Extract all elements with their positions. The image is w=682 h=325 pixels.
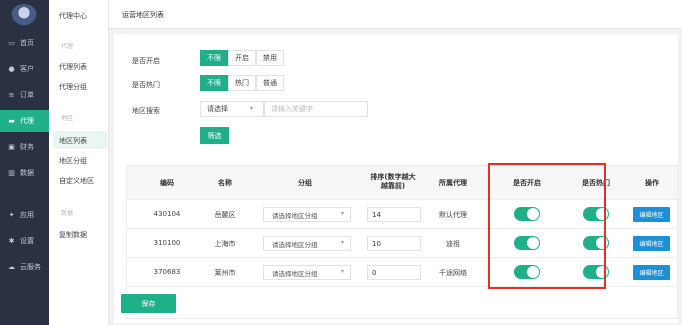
filter-hot-hot[interactable]: 热门 bbox=[228, 75, 256, 91]
region-table: 编码 名称 分组 排序(数字越大 越靠前) 所属代理 是否开启 是否热门 操作 … bbox=[126, 165, 678, 319]
page-title: 运营地区列表 bbox=[122, 11, 164, 19]
col-group: 分组 bbox=[298, 179, 312, 187]
region-search-label: 地区搜索 bbox=[132, 107, 160, 115]
col-agent: 所属代理 bbox=[439, 179, 467, 187]
group-select[interactable]: 请选择地区分组 bbox=[263, 207, 351, 222]
subnav-item-agent-group[interactable]: 代理分组 bbox=[59, 82, 87, 92]
hot-toggle[interactable] bbox=[583, 207, 609, 221]
user-icon: ● bbox=[8, 65, 15, 73]
cell-agent: 迪祖 bbox=[446, 240, 460, 248]
open-toggle[interactable] bbox=[514, 207, 540, 221]
col-sort: 排序(数字越大 越靠前) bbox=[370, 173, 416, 190]
subnav-item-copy-data[interactable]: 复制数据 bbox=[59, 230, 87, 240]
table-header: 编码 名称 分组 排序(数字越大 越靠前) 所属代理 是否开启 是否热门 操作 bbox=[127, 166, 677, 200]
toggle-knob bbox=[527, 266, 539, 278]
main-content-card: 是否开启 不限 开启 禁用 是否热门 不限 热门 普通 地区搜索 请选择 ▾ 请… bbox=[114, 34, 678, 323]
sidebar-item-orders[interactable]: ≡ 订单 bbox=[0, 84, 49, 106]
gear-icon: ✱ bbox=[8, 237, 15, 245]
group-select[interactable]: 请选择地区分组 bbox=[263, 236, 351, 251]
toggle-knob bbox=[596, 208, 608, 220]
sidebar-item-finance[interactable]: ▣ 财务 bbox=[0, 136, 49, 158]
cloud-icon: ☁ bbox=[8, 263, 15, 271]
toggle-knob bbox=[596, 237, 608, 249]
cell-code: 310100 bbox=[153, 239, 181, 247]
col-code: 编码 bbox=[160, 179, 174, 187]
cell-agent: 默认代理 bbox=[439, 211, 467, 219]
table-row: 310100 上海市 请选择地区分组 ▾ 10 迪祖 编辑地区 bbox=[127, 229, 677, 258]
col-hot: 是否热门 bbox=[582, 179, 610, 187]
money-icon: ▣ bbox=[8, 143, 15, 151]
toggle-knob bbox=[527, 237, 539, 249]
sub-navigation: 代理中心 代理 代理列表 代理分组 地区 地区列表 地区分组 自定义地区 数据 … bbox=[49, 0, 109, 325]
cell-name: 莱州市 bbox=[214, 269, 236, 277]
chevron-down-icon: ▾ bbox=[341, 239, 345, 246]
cell-code: 430104 bbox=[153, 210, 181, 218]
chevron-down-icon: ▾ bbox=[341, 268, 345, 275]
table-row: 430104 岳麓区 请选择地区分组 ▾ 14 默认代理 编辑地区 bbox=[127, 200, 677, 229]
filter-button[interactable]: 筛选 bbox=[200, 127, 229, 144]
edit-region-button[interactable]: 编辑地区 bbox=[633, 207, 670, 222]
cell-agent: 千途网络 bbox=[439, 269, 467, 277]
filter-hot-normal[interactable]: 普通 bbox=[256, 75, 284, 91]
col-open: 是否开启 bbox=[513, 179, 541, 187]
sort-input[interactable]: 14 bbox=[367, 207, 421, 222]
hot-toggle[interactable] bbox=[583, 265, 609, 279]
sidebar-item-cloud[interactable]: ☁ 云服务 bbox=[0, 256, 49, 278]
sidebar-item-agent[interactable]: ▬ 代理 bbox=[0, 110, 49, 132]
region-search-input[interactable]: 请输入关键字 bbox=[264, 101, 368, 117]
logo-icon bbox=[11, 4, 37, 26]
sidebar-item-customer[interactable]: ● 客户 bbox=[0, 58, 49, 80]
main-sidebar: ▭ 首页 ● 客户 ≡ 订单 ▬ 代理 ▣ 财务 ▥ 数据 ✦ 应用 ✱ 设置 … bbox=[0, 0, 49, 325]
edit-region-button[interactable]: 编辑地区 bbox=[633, 265, 670, 280]
filter-hot-any[interactable]: 不限 bbox=[200, 75, 228, 91]
chevron-down-icon: ▾ bbox=[341, 210, 345, 217]
sort-input[interactable]: 0 bbox=[367, 265, 421, 280]
cell-code: 370683 bbox=[153, 268, 181, 276]
open-toggle[interactable] bbox=[514, 265, 540, 279]
filter-open-disabled[interactable]: 禁用 bbox=[256, 50, 284, 66]
region-search-select[interactable]: 请选择 bbox=[200, 101, 264, 117]
chevron-down-icon: ▾ bbox=[250, 105, 254, 112]
list-icon: ≡ bbox=[8, 91, 15, 99]
table-row: 370683 莱州市 请选择地区分组 ▾ 0 千途网络 编辑地区 bbox=[127, 258, 677, 287]
monitor-icon: ▭ bbox=[8, 39, 15, 47]
subnav-group-data: 数据 bbox=[61, 210, 74, 217]
filter-open-label: 是否开启 bbox=[132, 57, 160, 65]
apps-icon: ✦ bbox=[8, 211, 15, 219]
subnav-title: 代理中心 bbox=[59, 12, 87, 20]
toggle-knob bbox=[527, 208, 539, 220]
sort-input[interactable]: 10 bbox=[367, 236, 421, 251]
sidebar-item-home[interactable]: ▭ 首页 bbox=[0, 32, 49, 54]
subnav-item-custom-region[interactable]: 自定义地区 bbox=[59, 176, 94, 186]
filter-hot-label: 是否热门 bbox=[132, 81, 160, 89]
group-select[interactable]: 请选择地区分组 bbox=[263, 265, 351, 280]
subnav-item-region-group[interactable]: 地区分组 bbox=[59, 156, 87, 166]
toggle-knob bbox=[596, 266, 608, 278]
col-ops: 操作 bbox=[645, 179, 659, 187]
save-button[interactable]: 保存 bbox=[121, 294, 176, 313]
sidebar-item-data[interactable]: ▥ 数据 bbox=[0, 162, 49, 184]
cell-name: 上海市 bbox=[214, 240, 236, 248]
cell-name: 岳麓区 bbox=[214, 211, 236, 219]
filter-open-any[interactable]: 不限 bbox=[200, 50, 228, 66]
hot-toggle[interactable] bbox=[583, 236, 609, 250]
col-name: 名称 bbox=[218, 179, 232, 187]
sidebar-item-settings[interactable]: ✱ 设置 bbox=[0, 230, 49, 252]
chart-icon: ▥ bbox=[8, 169, 15, 177]
filter-open-enabled[interactable]: 开启 bbox=[228, 50, 256, 66]
sidebar-item-apps[interactable]: ✦ 应用 bbox=[0, 204, 49, 226]
subnav-item-region-list[interactable]: 地区列表 bbox=[59, 136, 87, 146]
book-icon: ▬ bbox=[8, 117, 15, 125]
subnav-item-agent-list[interactable]: 代理列表 bbox=[59, 62, 87, 72]
page-header: 运营地区列表 bbox=[109, 0, 682, 29]
subnav-group-region: 地区 bbox=[61, 115, 74, 122]
edit-region-button[interactable]: 编辑地区 bbox=[633, 236, 670, 251]
subnav-group-agent: 代理 bbox=[61, 43, 74, 50]
open-toggle[interactable] bbox=[514, 236, 540, 250]
